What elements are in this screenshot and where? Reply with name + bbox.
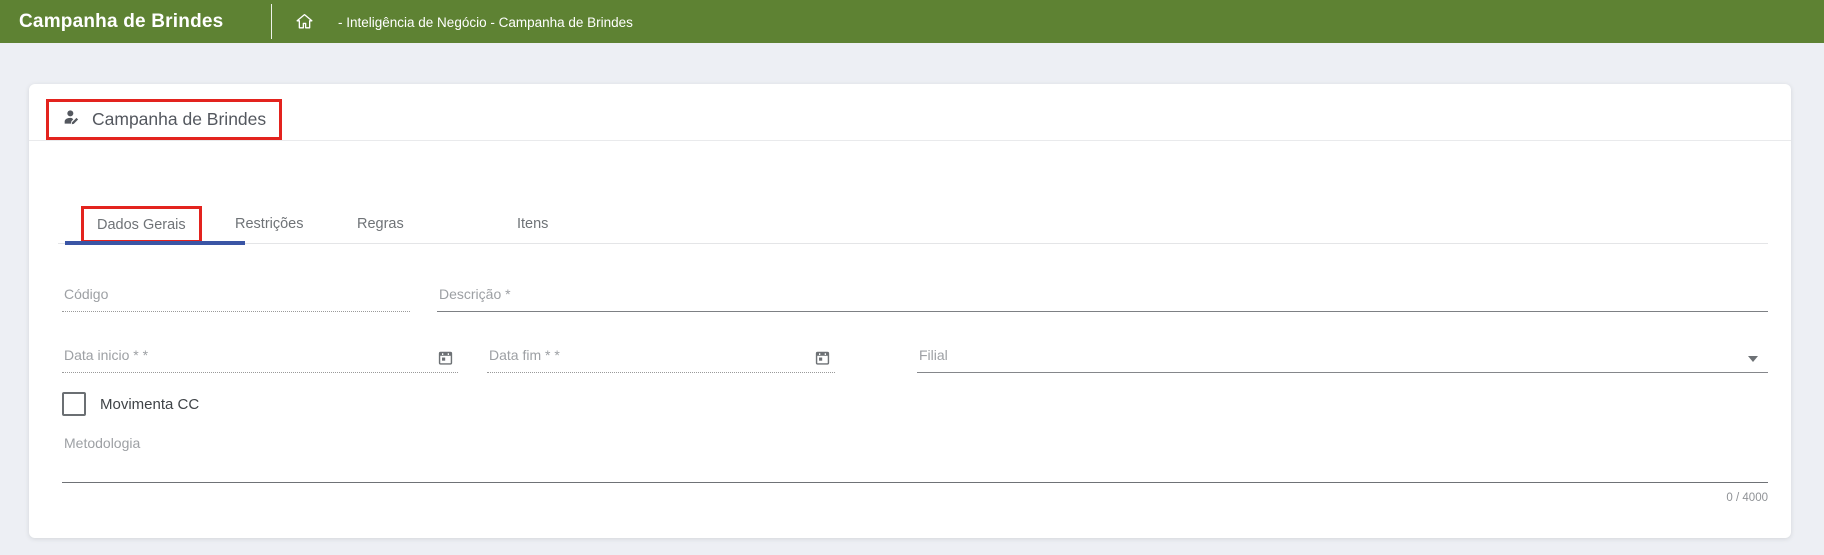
tab-bar: Dados Gerais Restrições Regras Itens: [58, 205, 1768, 245]
red-annotation-title-box: Campanha de Brindes: [46, 99, 283, 140]
user-edit-icon: [62, 107, 82, 132]
breadcrumb: - Inteligência de Negócio - Campanha de …: [338, 15, 633, 30]
tab-label: Regras: [357, 216, 404, 232]
data-fim-field: [487, 338, 835, 373]
movimenta-cc-checkbox[interactable]: [62, 392, 86, 416]
data-inicio-field: [62, 338, 458, 373]
chevron-down-icon[interactable]: [1748, 356, 1758, 362]
tab-regras[interactable]: Regras: [357, 205, 404, 243]
calendar-icon[interactable]: [436, 348, 455, 368]
codigo-input[interactable]: [62, 283, 410, 311]
tab-label: Itens: [517, 216, 549, 232]
app-title: Campanha de Brindes: [19, 11, 224, 32]
main-card: Campanha de Brindes Dados Gerais Restriç…: [29, 84, 1791, 538]
tab-label: Dados Gerais: [97, 216, 186, 233]
descricao-field: [437, 277, 1768, 312]
card-title: Campanha de Brindes: [92, 109, 267, 129]
codigo-field: [62, 277, 410, 312]
data-fim-input[interactable]: [487, 344, 835, 372]
movimenta-cc-label: Movimenta CC: [100, 395, 200, 413]
data-inicio-input[interactable]: [62, 344, 458, 372]
filial-select-input[interactable]: [917, 344, 1768, 372]
active-tab-indicator: [65, 241, 245, 245]
tab-itens[interactable]: Itens: [517, 205, 548, 243]
descricao-input[interactable]: [437, 283, 1768, 311]
char-counter: 0 / 4000: [1726, 492, 1768, 504]
home-icon[interactable]: [294, 11, 315, 32]
filial-field: [917, 338, 1768, 373]
app-header: Campanha de Brindes - Inteligência de Ne…: [0, 0, 1824, 43]
metodologia-field: [62, 433, 1768, 483]
header-divider: [271, 4, 272, 39]
tab-label: Restrições: [235, 216, 304, 232]
tab-restricoes[interactable]: Restrições: [235, 205, 304, 243]
tab-dados-gerais[interactable]: Dados Gerais: [81, 206, 202, 243]
card-header-divider: [29, 140, 1791, 141]
calendar-icon[interactable]: [813, 348, 832, 368]
movimenta-cc-checkbox-row[interactable]: Movimenta CC: [62, 392, 199, 416]
metodologia-textarea[interactable]: [62, 433, 1768, 483]
